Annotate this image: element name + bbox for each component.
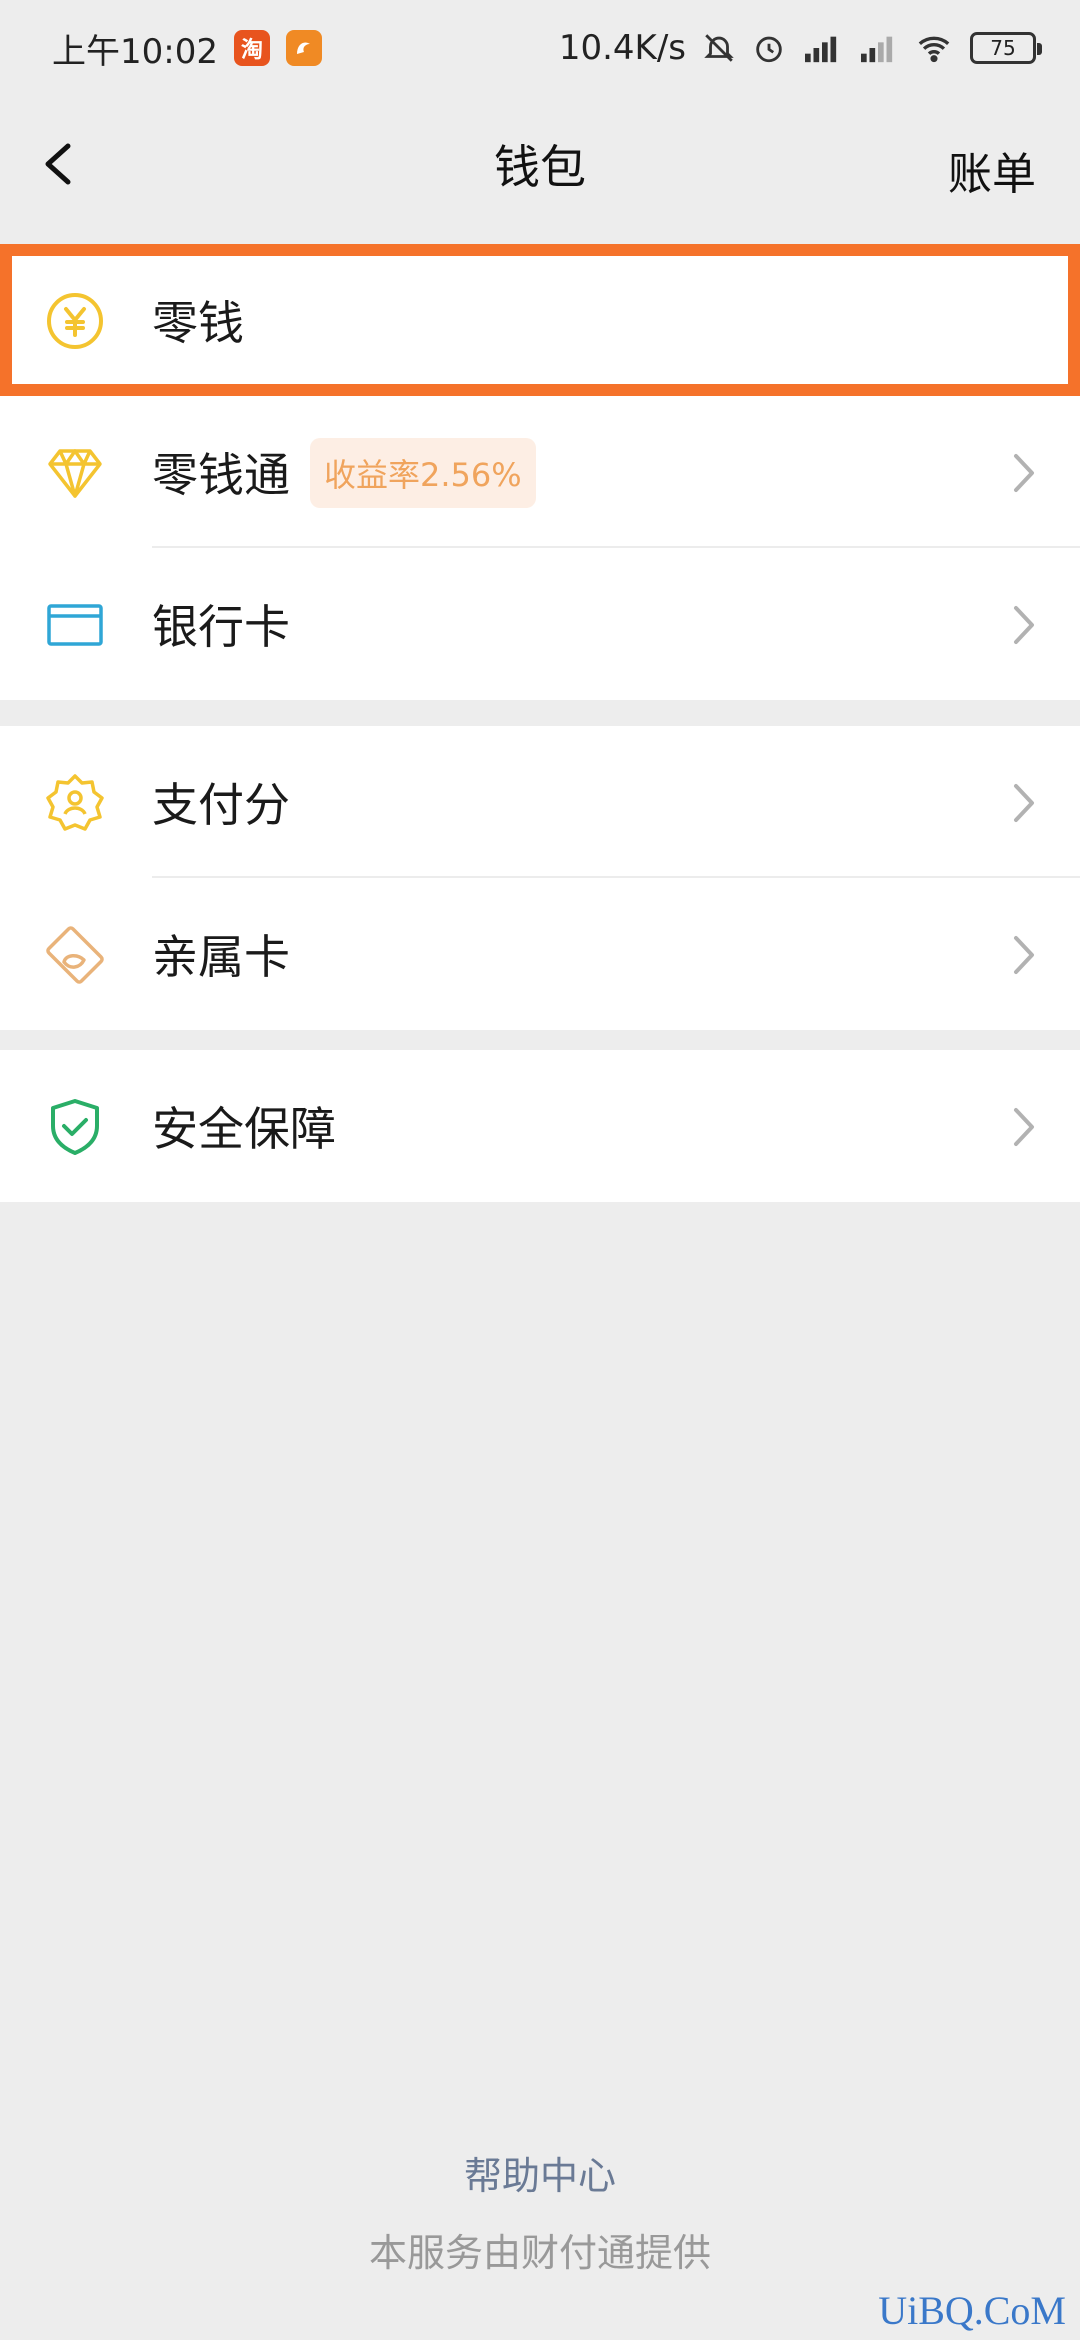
page-title: 钱包 xyxy=(494,140,586,194)
chevron-right-icon xyxy=(1014,1108,1034,1146)
diamond-icon xyxy=(44,442,106,504)
row-change[interactable]: 零钱 xyxy=(0,244,1080,396)
battery-indicator: 75 xyxy=(970,32,1042,64)
wallet-group-funds: 零钱 零钱通 收益率2.56% 银行卡 xyxy=(0,244,1080,700)
uc-browser-app-icon xyxy=(285,30,322,66)
shield-check-icon xyxy=(44,1096,106,1158)
service-provider-note: 本服务由财付通提供 xyxy=(368,2231,711,2275)
yuan-coin-icon xyxy=(44,290,106,352)
chevron-right-icon xyxy=(1014,606,1034,644)
signal-icon xyxy=(858,31,898,65)
row-family-card[interactable]: 亲属卡 xyxy=(0,878,1080,1030)
yield-rate-badge: 收益率2.56% xyxy=(310,438,536,508)
wallet-group-services: 支付分 亲属卡 xyxy=(0,726,1080,1030)
wifi-icon xyxy=(914,31,954,65)
chevron-right-icon xyxy=(1014,454,1034,492)
status-bar: 上午10:02 淘 10.4K/s 75 xyxy=(0,0,1080,96)
network-speed: 10.4K/s xyxy=(558,28,686,68)
chevron-right-icon xyxy=(1014,936,1034,974)
wallet-group-security: 安全保障 xyxy=(0,1050,1080,1202)
help-center-link[interactable]: 帮助中心 xyxy=(0,2145,1080,2200)
nav-bar: 钱包 账单 xyxy=(0,96,1080,232)
signal-hd-icon xyxy=(802,31,842,65)
row-payscore[interactable]: 支付分 xyxy=(0,726,1080,878)
bill-button[interactable]: 账单 xyxy=(948,138,1036,202)
row-label-bank-card: 银行卡 xyxy=(152,600,290,654)
row-lingqiantong[interactable]: 零钱通 收益率2.56% xyxy=(0,396,1080,548)
row-label-lingqiantong: 零钱通 xyxy=(152,448,290,502)
family-card-icon xyxy=(44,924,106,986)
back-button[interactable] xyxy=(36,134,92,194)
row-bank-card[interactable]: 银行卡 xyxy=(0,548,1080,700)
mute-bell-icon xyxy=(702,31,736,65)
taobao-app-icon: 淘 xyxy=(233,30,270,66)
alarm-icon xyxy=(752,31,786,65)
chevron-left-icon xyxy=(45,143,71,185)
row-label-family-card: 亲属卡 xyxy=(152,930,290,984)
row-label-change: 零钱 xyxy=(152,296,244,350)
bank-card-icon xyxy=(44,594,106,656)
status-time: 上午10:02 xyxy=(52,31,218,72)
row-security[interactable]: 安全保障 xyxy=(0,1050,1080,1202)
chevron-right-icon xyxy=(1014,784,1034,822)
row-label-payscore: 支付分 xyxy=(152,778,290,832)
watermark: UiBQ.CoM xyxy=(878,2288,1066,2333)
payscore-badge-icon xyxy=(44,772,106,834)
row-label-security: 安全保障 xyxy=(152,1102,336,1156)
